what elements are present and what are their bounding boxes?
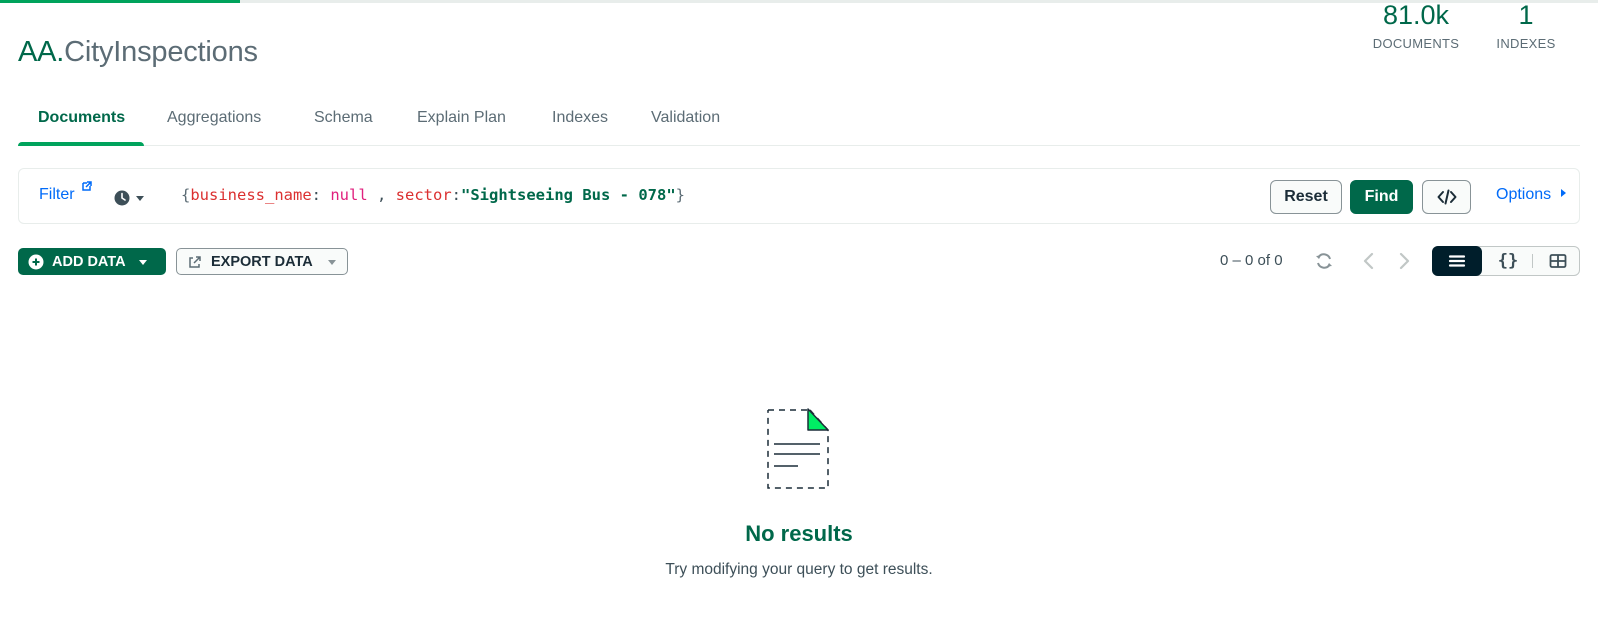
documents-stat: 81.0k DOCUMENTS — [1367, 0, 1465, 51]
code-icon — [1437, 189, 1456, 205]
no-results-title: No results — [745, 521, 853, 546]
query-open-brace: { — [181, 186, 191, 204]
indexes-count: 1 — [1518, 0, 1534, 30]
tab-aggregations[interactable]: Aggregations — [167, 104, 261, 146]
namespace-title: AA.CityInspections — [18, 36, 258, 69]
query-close-brace: } — [675, 186, 685, 204]
options-label: Options — [1496, 186, 1552, 203]
tab-indexes[interactable]: Indexes — [552, 104, 608, 146]
options-toggle[interactable]: Options — [1496, 186, 1569, 204]
documents-label: DOCUMENTS — [1372, 36, 1460, 51]
query-value-null: null — [330, 186, 368, 204]
caret-down-icon — [136, 196, 144, 201]
braces-icon: {} — [1497, 251, 1519, 271]
documents-toolbar: ADD DATA EXPORT DATA 0 – 0 of 0 {} — [18, 246, 1580, 278]
tab-documents[interactable]: Documents — [38, 104, 125, 146]
tab-schema[interactable]: Schema — [314, 104, 373, 146]
clock-icon — [114, 190, 130, 206]
no-results-subtitle: Try modifying your query to get results. — [665, 561, 933, 578]
chevron-left-icon[interactable] — [1358, 250, 1380, 272]
find-button[interactable]: Find — [1350, 180, 1413, 214]
tab-explain-plan[interactable]: Explain Plan — [417, 104, 506, 146]
export-data-button[interactable]: EXPORT DATA — [176, 248, 348, 275]
query-key-sector: sector — [395, 186, 452, 204]
query-key-business-name: business_name — [190, 186, 312, 204]
external-link-icon[interactable] — [81, 180, 93, 192]
collection-header: AA.CityInspections — [18, 36, 258, 69]
export-to-language-button[interactable] — [1422, 180, 1471, 214]
query-value-sector: "Sightseeing Bus - 078" — [461, 186, 676, 204]
caret-right-icon — [1560, 189, 1566, 197]
query-colon: : — [311, 186, 331, 204]
filter-input[interactable]: {business_name: null , sector:"Sightseei… — [181, 186, 685, 204]
query-history-button[interactable] — [113, 188, 153, 208]
query-separator: , — [367, 186, 396, 204]
refresh-icon[interactable] — [1313, 250, 1335, 272]
empty-document-icon — [767, 408, 829, 489]
json-view-button[interactable]: {} — [1483, 247, 1533, 275]
database-name[interactable]: AA — [18, 36, 56, 68]
tab-validation[interactable]: Validation — [651, 104, 720, 146]
export-icon — [189, 255, 201, 268]
indexes-label: INDEXES — [1496, 36, 1556, 51]
reset-button[interactable]: Reset — [1270, 180, 1342, 214]
caret-down-icon — [327, 259, 336, 265]
loading-progress-fill — [0, 0, 240, 3]
active-tab-indicator — [18, 142, 144, 146]
documents-count: 81.0k — [1382, 0, 1450, 30]
query-colon: : — [451, 186, 462, 204]
add-data-button[interactable]: ADD DATA — [18, 248, 166, 275]
chevron-right-icon[interactable] — [1393, 250, 1415, 272]
caret-down-icon — [138, 259, 147, 265]
namespace-separator: . — [56, 36, 65, 68]
table-view-button[interactable] — [1533, 247, 1583, 275]
plus-circle-icon — [28, 254, 44, 269]
collection-name: CityInspections — [64, 36, 258, 68]
collection-tabs: Documents Aggregations Schema Explain Pl… — [18, 104, 1580, 146]
indexes-stat: 1 INDEXES — [1491, 0, 1561, 51]
add-data-label: ADD DATA — [52, 253, 126, 270]
pagination-summary: 0 – 0 of 0 — [1220, 252, 1283, 269]
loading-progress-bar — [0, 0, 1598, 3]
table-icon — [1549, 254, 1567, 268]
filter-link[interactable]: Filter — [39, 186, 75, 204]
query-bar: Filter {business_name: null , sector:"Si… — [18, 168, 1580, 224]
list-icon — [1448, 255, 1466, 267]
list-view-button[interactable] — [1432, 246, 1482, 276]
export-data-label: EXPORT DATA — [211, 253, 313, 270]
view-switcher: {} — [1432, 246, 1580, 276]
